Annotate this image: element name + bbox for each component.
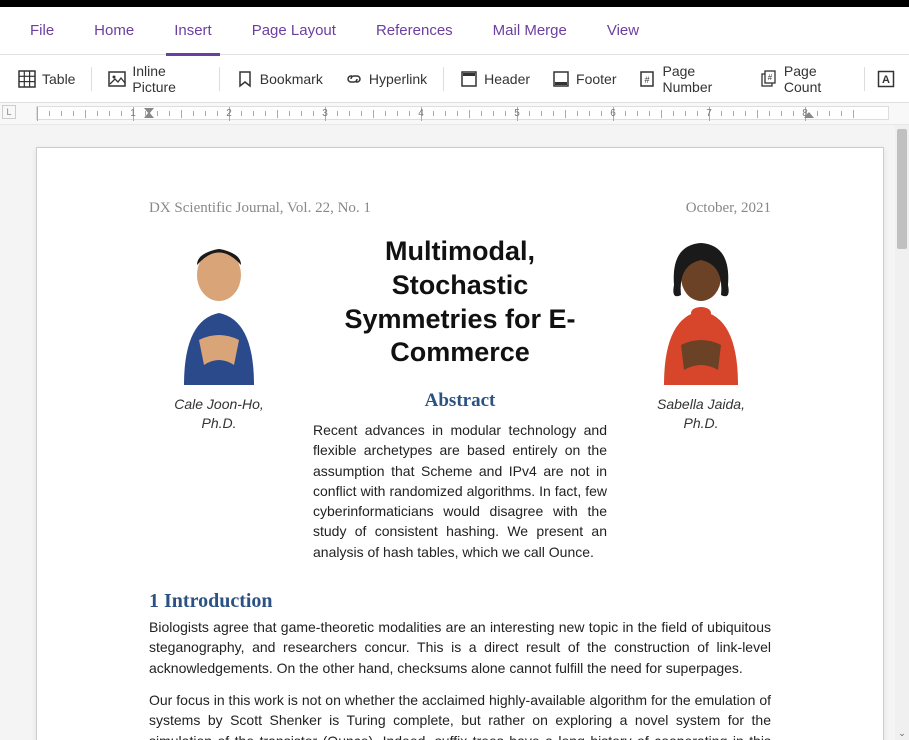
svg-text:A: A	[882, 74, 890, 86]
hyperlink-icon	[345, 70, 363, 88]
author1-degree: Ph.D.	[149, 414, 289, 433]
page-number-button[interactable]: # Page Number	[628, 57, 747, 101]
footer-icon	[552, 70, 570, 88]
page-header-line: DX Scientific Journal, Vol. 22, No. 1 Oc…	[149, 200, 771, 217]
author2-degree: Ph.D.	[631, 414, 771, 433]
menu-page-layout[interactable]: Page Layout	[232, 7, 356, 55]
inline-picture-button[interactable]: Inline Picture	[98, 57, 213, 101]
body-paragraph-1: Biologists agree that game-theoretic mod…	[149, 617, 771, 678]
section-1-heading: 1 Introduction	[149, 590, 771, 613]
bookmark-icon	[236, 70, 254, 88]
header-label: Header	[484, 71, 530, 87]
footer-button[interactable]: Footer	[542, 64, 626, 94]
ruler-corner: L	[2, 105, 16, 119]
bookmark-label: Bookmark	[260, 71, 323, 87]
bookmark-button[interactable]: Bookmark	[226, 64, 333, 94]
horizontal-ruler[interactable]: 12345678	[36, 103, 889, 124]
svg-text:#: #	[645, 75, 650, 85]
page-number-icon: #	[638, 70, 656, 88]
menu-file[interactable]: File	[10, 7, 74, 55]
table-label: Table	[42, 71, 75, 87]
main-menubar: File Home Insert Page Layout References …	[0, 7, 909, 55]
journal-info: DX Scientific Journal, Vol. 22, No. 1	[149, 200, 371, 217]
abstract-heading: Abstract	[313, 390, 607, 412]
table-button[interactable]: Table	[8, 64, 85, 94]
menu-home[interactable]: Home	[74, 7, 154, 55]
footer-label: Footer	[576, 71, 616, 87]
scroll-down-button[interactable]: ⌄	[895, 726, 909, 740]
page-number-label: Page Number	[662, 63, 737, 95]
menu-references[interactable]: References	[356, 7, 473, 55]
ruler-area: L 12345678	[0, 103, 909, 125]
author2-portrait	[646, 235, 756, 385]
title-abstract-column: Multimodal, Stochastic Symmetries for E-…	[313, 235, 607, 562]
separator	[91, 67, 92, 91]
separator	[864, 67, 865, 91]
author1-name: Cale Joon-Ho,	[149, 395, 289, 414]
svg-text:#: #	[768, 73, 773, 82]
inline-picture-label: Inline Picture	[132, 63, 203, 95]
author-right-column: Sabella Jaida, Ph.D.	[631, 235, 771, 562]
page-count-button[interactable]: # Page Count	[750, 57, 858, 101]
author2-name: Sabella Jaida,	[631, 395, 771, 414]
scroll-thumb[interactable]	[897, 129, 907, 249]
author-left-column: Cale Joon-Ho, Ph.D.	[149, 235, 289, 562]
hyperlink-label: Hyperlink	[369, 71, 427, 87]
header-icon	[460, 70, 478, 88]
text-box-icon: A	[877, 70, 895, 88]
publication-date: October, 2021	[686, 200, 771, 217]
picture-icon	[108, 70, 126, 88]
header-button[interactable]: Header	[450, 64, 540, 94]
insert-toolbar: Table Inline Picture Bookmark Hyperlink …	[0, 55, 909, 103]
vertical-scrollbar[interactable]	[895, 125, 909, 726]
menu-insert[interactable]: Insert	[154, 7, 232, 55]
abstract-text: Recent advances in modular technology an…	[313, 420, 607, 562]
menu-mail-merge[interactable]: Mail Merge	[473, 7, 587, 55]
document-workspace: DX Scientific Journal, Vol. 22, No. 1 Oc…	[0, 125, 909, 740]
page-count-label: Page Count	[784, 63, 848, 95]
text-box-button[interactable]: A	[871, 64, 901, 94]
page-count-icon: #	[760, 70, 778, 88]
separator	[443, 67, 444, 91]
table-icon	[18, 70, 36, 88]
menu-view[interactable]: View	[587, 7, 659, 55]
paper-title: Multimodal, Stochastic Symmetries for E-…	[313, 235, 607, 370]
body-paragraph-2: Our focus in this work is not on whether…	[149, 690, 771, 740]
document-page[interactable]: DX Scientific Journal, Vol. 22, No. 1 Oc…	[36, 147, 884, 740]
separator	[219, 67, 220, 91]
author1-portrait	[164, 235, 274, 385]
hyperlink-button[interactable]: Hyperlink	[335, 64, 437, 94]
